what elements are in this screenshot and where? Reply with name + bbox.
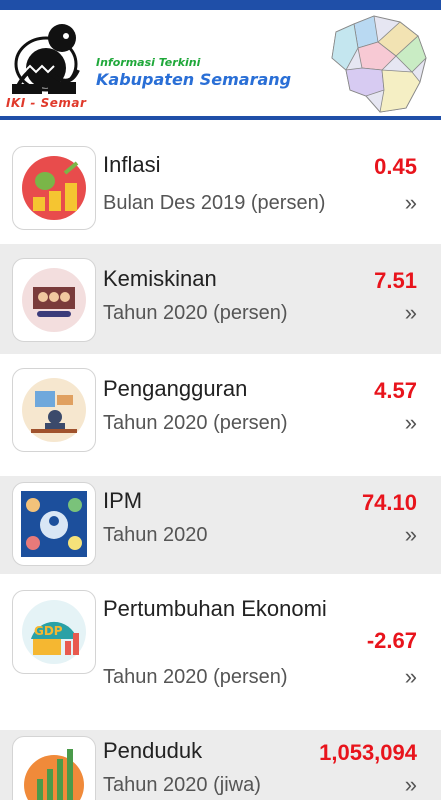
indicator-row-pertumbuhan-ekonomi[interactable]: GDP Pertumbuhan Ekonomi -2.67 Tahun 2020… [0, 574, 441, 730]
region-map-icon [331, 15, 427, 113]
svg-text:GDP: GDP [34, 624, 63, 638]
indicator-row-penduduk[interactable]: Penduduk 1,053,094 Tahun 2020 (jiwa) » [0, 730, 441, 800]
indicator-value: 74.10 [361, 490, 417, 515]
chevron-right-icon[interactable]: » [405, 190, 417, 216]
app-header: IKI - Semar Informasi Terkini Kabupaten … [0, 10, 441, 118]
chevron-right-icon[interactable]: » [405, 772, 417, 798]
chevron-right-icon[interactable]: » [405, 664, 417, 690]
indicator-name: Pengangguran [103, 376, 248, 401]
indicator-value: 1,053,094 [319, 740, 417, 765]
population-chart-icon [12, 736, 96, 800]
human-development-icon [12, 482, 96, 566]
poverty-icon [12, 258, 96, 342]
indicator-name: Inflasi [103, 152, 161, 177]
top-accent-bar [0, 0, 441, 10]
chevron-right-icon[interactable]: » [405, 300, 417, 326]
indicator-value: 4.57 [374, 378, 417, 403]
money-growth-icon [12, 146, 96, 230]
header-title: Kabupaten Semarang [96, 70, 292, 89]
unemployment-icon [12, 368, 96, 452]
header-subtitle: Informasi Terkini [96, 56, 201, 69]
gdp-icon: GDP [12, 590, 96, 674]
chevron-right-icon[interactable]: » [405, 522, 417, 548]
indicator-period: Tahun 2020 (persen) [103, 412, 288, 434]
chevron-right-icon[interactable]: » [405, 410, 417, 436]
indicator-period: Tahun 2020 (persen) [103, 666, 288, 688]
indicator-name: IPM [103, 488, 143, 513]
header-divider [0, 116, 441, 120]
indicator-row-pengangguran[interactable]: Pengangguran 4.57 Tahun 2020 (persen) » [0, 354, 441, 476]
logo-caption: IKI - Semar [6, 96, 87, 110]
indicator-value: -2.67 [366, 628, 417, 653]
indicator-value: 7.51 [374, 268, 417, 293]
indicator-name: Penduduk [103, 738, 203, 763]
indicator-name: Pertumbuhan Ekonomi [103, 596, 327, 621]
indicator-period: Bulan Des 2019 (persen) [103, 192, 326, 214]
indicator-period: Tahun 2020 (jiwa) [103, 774, 261, 796]
indicator-row-kemiskinan[interactable]: Kemiskinan 7.51 Tahun 2020 (persen) » [0, 244, 441, 354]
indicator-name: Kemiskinan [103, 266, 217, 291]
indicator-row-inflasi[interactable]: Inflasi 0.45 Bulan Des 2019 (persen) » [0, 132, 441, 244]
indicator-row-ipm[interactable]: IPM 74.10 Tahun 2020 » [0, 476, 441, 574]
indicator-value: 0.45 [374, 154, 417, 179]
indicator-period: Tahun 2020 (persen) [103, 302, 288, 324]
indicator-period: Tahun 2020 [103, 524, 208, 546]
